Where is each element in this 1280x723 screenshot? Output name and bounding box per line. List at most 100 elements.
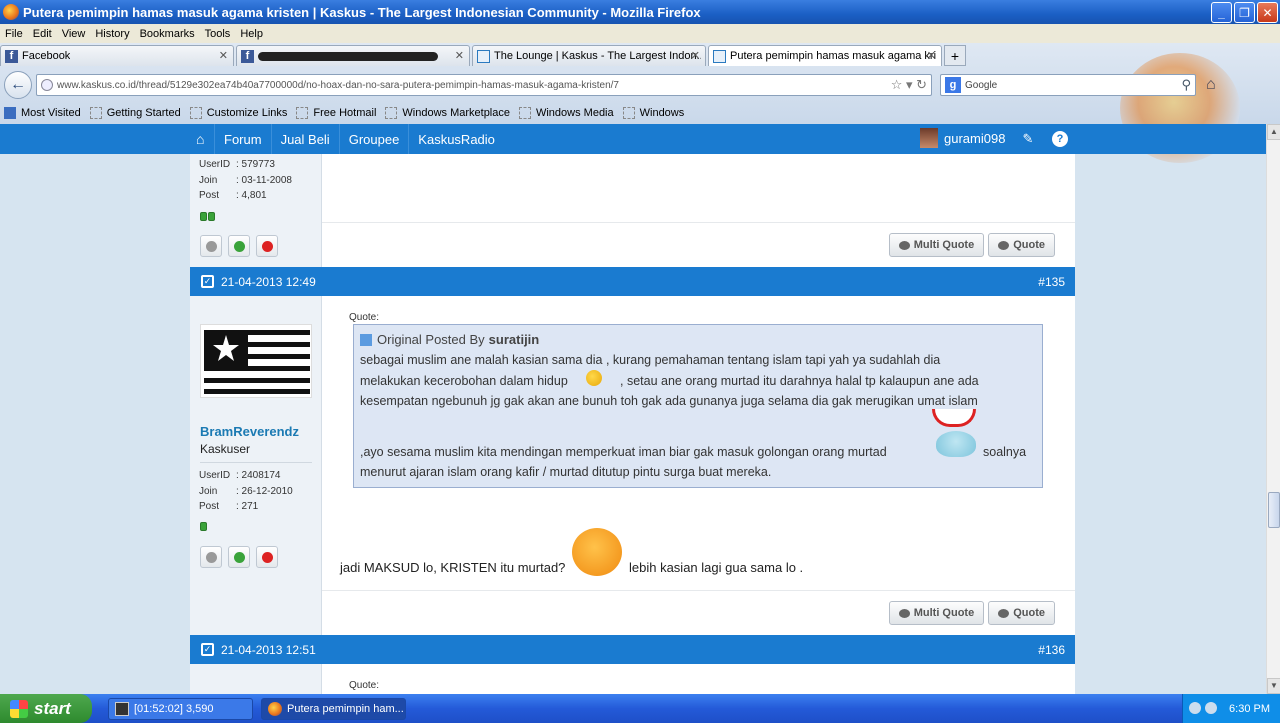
- alert-icon: [261, 551, 273, 563]
- bookmark-customize-links[interactable]: Customize Links: [189, 106, 288, 119]
- search-icon[interactable]: ⚲: [1181, 77, 1191, 93]
- tab-facebook[interactable]: f Facebook ✕: [0, 45, 234, 66]
- nav-forum[interactable]: Forum: [214, 124, 271, 154]
- userid-value: : 579773: [236, 159, 275, 170]
- windows-taskbar: start [01:52:02] 3,590 Putera pemimpin h…: [0, 694, 1280, 723]
- tab-the-lounge[interactable]: The Lounge | Kaskus - The Largest Indon.…: [472, 45, 706, 66]
- star-reload-icon[interactable]: ☆ ▾ ↻: [891, 77, 927, 93]
- bookmark-windows[interactable]: Windows: [622, 106, 684, 119]
- post-body-text: lebih kasian lagi gua sama lo .: [629, 560, 804, 575]
- taskbar-item-firefox[interactable]: Putera pemimpin ham...: [261, 697, 406, 720]
- quote-button[interactable]: Quote: [988, 233, 1055, 257]
- checkbox-icon[interactable]: ✓: [201, 643, 214, 656]
- bookmark-windows-media[interactable]: Windows Media: [518, 106, 614, 119]
- bookmarks-toolbar: Most Visited Getting Started Customize L…: [0, 103, 1280, 122]
- quote-link-icon[interactable]: [360, 333, 372, 346]
- menu-history[interactable]: History: [90, 28, 134, 40]
- user-menu[interactable]: gurami098: [920, 128, 1005, 148]
- menu-bar: File Edit View History Bookmarks Tools H…: [0, 24, 1280, 43]
- menu-bookmarks[interactable]: Bookmarks: [135, 28, 200, 40]
- tray-icon[interactable]: [1189, 702, 1201, 714]
- pencil-icon[interactable]: ✎: [1020, 131, 1036, 147]
- reputation-bar: [200, 522, 207, 531]
- nav-kaskusradio[interactable]: KaskusRadio: [408, 124, 504, 154]
- poster-username[interactable]: BramReverendz: [200, 424, 299, 439]
- tab-close-icon[interactable]: ✕: [927, 49, 936, 62]
- taskbar-item-timer[interactable]: [01:52:02] 3,590: [108, 697, 253, 720]
- bookmark-getting-started[interactable]: Getting Started: [89, 106, 181, 119]
- help-icon[interactable]: ?: [1052, 131, 1068, 147]
- scroll-up-icon[interactable]: ▲: [1267, 124, 1280, 140]
- start-button[interactable]: start: [0, 694, 92, 723]
- post-value: : 4,801: [236, 190, 267, 201]
- scroll-thumb[interactable]: [1268, 492, 1280, 528]
- maximize-button[interactable]: ❐: [1234, 2, 1255, 23]
- post-date: 21-04-2013 12:51: [221, 642, 316, 657]
- give-reputation-button[interactable]: [228, 546, 250, 568]
- tab-strip: f Facebook ✕ f ✕ The Lounge | Kaskus - T…: [0, 45, 966, 67]
- post-number[interactable]: #135: [1038, 275, 1065, 289]
- close-button[interactable]: ✕: [1257, 2, 1278, 23]
- multi-quote-button[interactable]: Multi Quote: [888, 233, 985, 257]
- redacted-label: [258, 51, 438, 61]
- post-header-136: ✓ 21-04-2013 12:51 #136: [190, 635, 1075, 664]
- search-bar[interactable]: g Google ⚲: [940, 74, 1196, 96]
- bookmark-most-visited[interactable]: Most Visited: [4, 106, 81, 119]
- join-label: Join: [199, 174, 218, 186]
- give-reputation-button[interactable]: [228, 235, 250, 257]
- tab-close-icon[interactable]: ✕: [219, 49, 228, 62]
- emoticon-icon: [936, 431, 976, 457]
- bookmark-icon: [89, 106, 102, 119]
- window-titlebar: Putera pemimpin hamas masuk agama kriste…: [0, 0, 1280, 24]
- menu-tools[interactable]: Tools: [200, 28, 236, 40]
- speech-bubble-icon: [998, 608, 1010, 618]
- tray-icon[interactable]: [1205, 702, 1217, 714]
- thread-content: UserID: 579773 Join: 03-11-2008 Post: 4,…: [190, 154, 1075, 694]
- menu-view[interactable]: View: [57, 28, 91, 40]
- user-actions-post1: [200, 235, 278, 257]
- user-actions-post2: [200, 546, 278, 568]
- vertical-scrollbar[interactable]: ▲ ▼: [1266, 124, 1280, 694]
- clock[interactable]: 6:30 PM: [1229, 703, 1270, 715]
- quote-line: soalnya: [983, 445, 1027, 459]
- site-identity-icon[interactable]: [41, 79, 53, 91]
- menu-edit[interactable]: Edit: [28, 28, 57, 40]
- report-button[interactable]: [256, 235, 278, 257]
- bookmark-label: Customize Links: [206, 106, 288, 119]
- quote-button[interactable]: Quote: [988, 601, 1055, 625]
- post-value: : 271: [236, 501, 259, 512]
- send-message-button[interactable]: [200, 546, 222, 568]
- home-icon[interactable]: ⌂: [1206, 76, 1216, 94]
- minimize-button[interactable]: _: [1211, 2, 1232, 23]
- tab-current-thread[interactable]: Putera pemimpin hamas masuk agama kri...…: [708, 45, 942, 66]
- google-icon[interactable]: g: [945, 77, 961, 93]
- minus-icon: [205, 240, 217, 252]
- menu-help[interactable]: Help: [235, 28, 268, 40]
- post-number[interactable]: #136: [1038, 643, 1065, 657]
- send-message-button[interactable]: [200, 235, 222, 257]
- tab-close-icon[interactable]: ✕: [455, 49, 464, 62]
- back-button[interactable]: ←: [4, 71, 32, 99]
- bookmark-free-hotmail[interactable]: Free Hotmail: [296, 106, 376, 119]
- quote-author[interactable]: suratijin: [489, 332, 540, 347]
- bookmark-windows-marketplace[interactable]: Windows Marketplace: [385, 106, 510, 119]
- home-icon[interactable]: ⌂: [196, 131, 214, 147]
- navigation-bar: ← www.kaskus.co.id/thread/5129e302ea74b4…: [0, 69, 1280, 101]
- address-bar[interactable]: www.kaskus.co.id/thread/5129e302ea74b40a…: [36, 74, 932, 96]
- quote-line: , setau ane orang murtad itu darahnya ha…: [620, 374, 979, 388]
- user-avatar-flag[interactable]: [200, 324, 312, 398]
- scroll-down-icon[interactable]: ▼: [1267, 678, 1280, 694]
- userid-label: UserID: [199, 159, 231, 170]
- menu-file[interactable]: File: [0, 28, 28, 40]
- multi-quote-button[interactable]: Multi Quote: [888, 601, 985, 625]
- tab-redacted[interactable]: f ✕: [236, 45, 470, 66]
- checkbox-icon[interactable]: ✓: [201, 275, 214, 288]
- new-tab-button[interactable]: +: [944, 45, 966, 66]
- tab-close-icon[interactable]: ✕: [691, 49, 700, 62]
- report-button[interactable]: [256, 546, 278, 568]
- nav-jual-beli[interactable]: Jual Beli: [270, 124, 339, 154]
- most-visited-icon: [4, 106, 16, 119]
- nav-groupee[interactable]: Groupee: [338, 124, 409, 154]
- poster-title: Kaskuser: [200, 442, 251, 456]
- laughing-emoticon-icon: [572, 528, 622, 576]
